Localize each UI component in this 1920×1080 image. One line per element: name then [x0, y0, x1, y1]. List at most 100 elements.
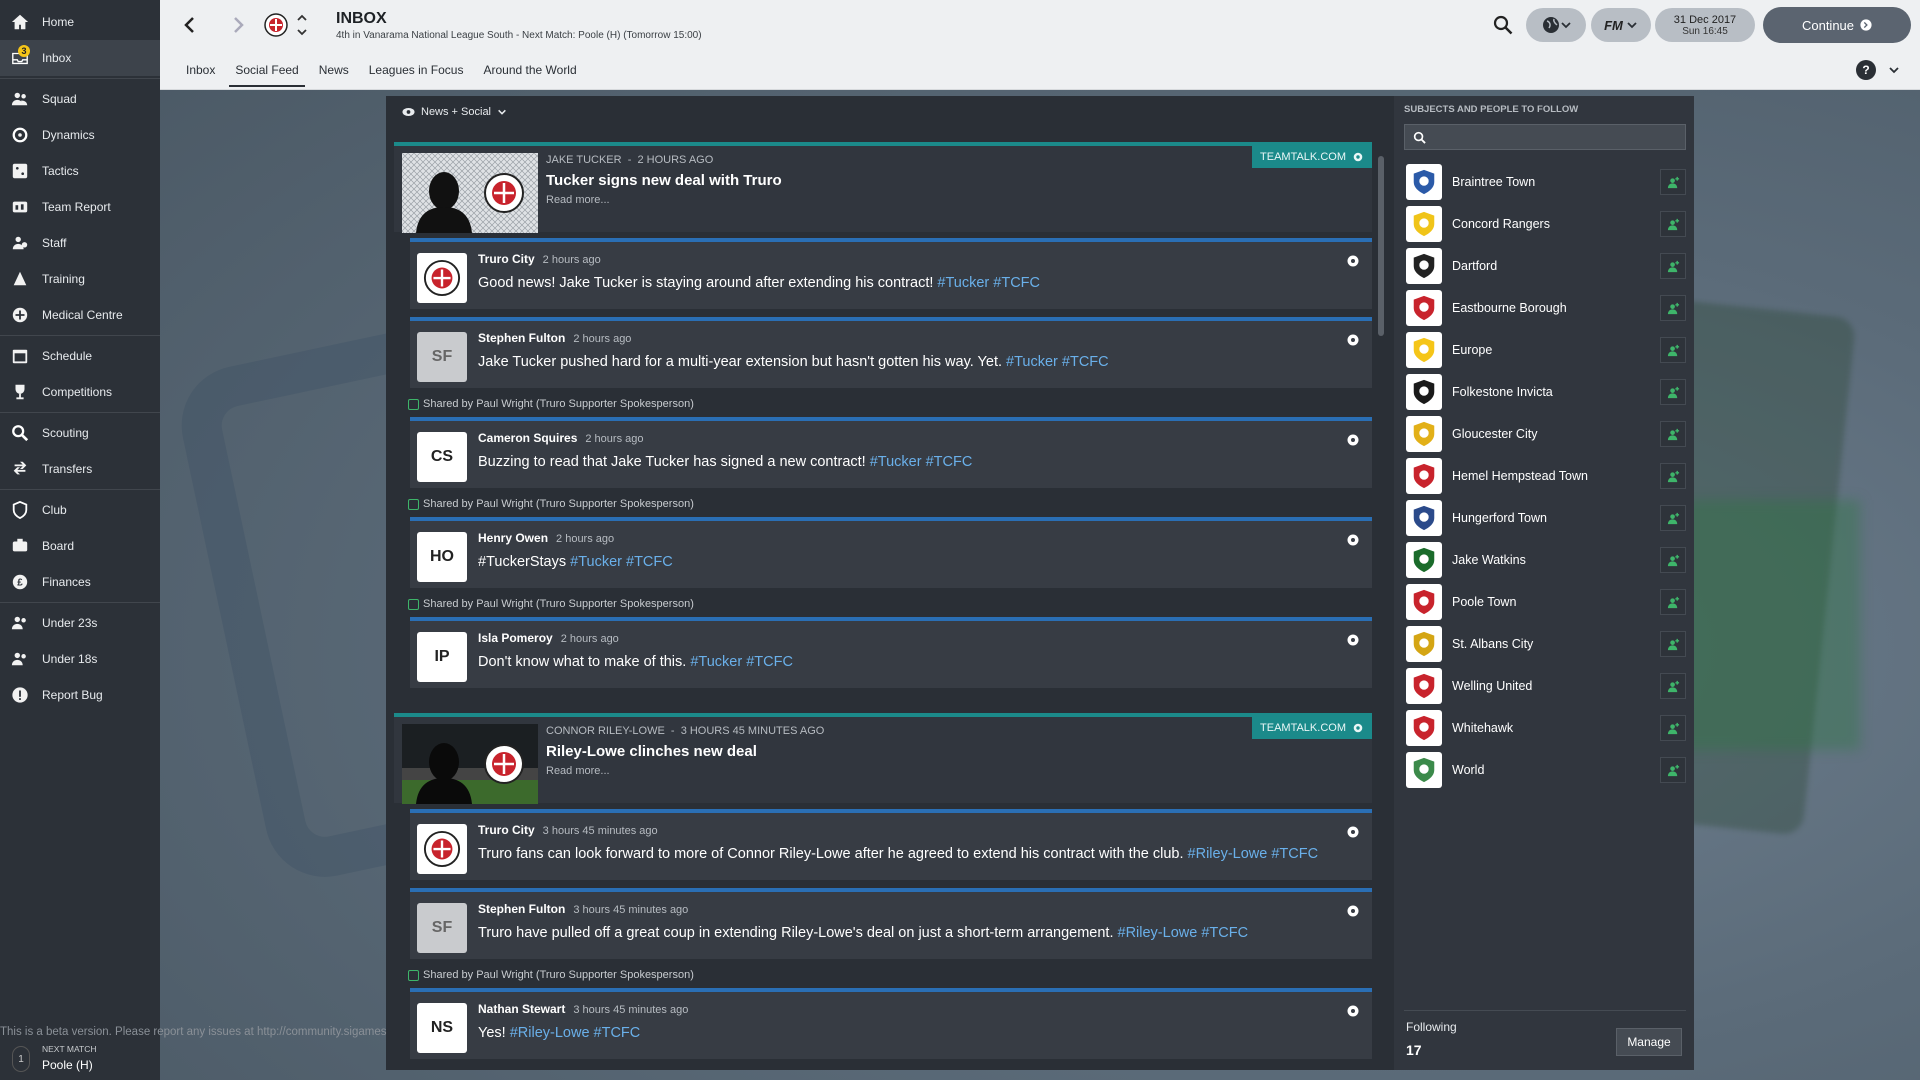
search-icon[interactable] [1492, 14, 1514, 36]
continue-button[interactable]: Continue [1763, 7, 1911, 43]
follow-item[interactable]: Eastbourne Borough [1406, 288, 1686, 328]
sidebar-item-transfers[interactable]: Transfers [0, 451, 160, 487]
follow-button[interactable] [1660, 757, 1686, 783]
follow-item[interactable]: Poole Town [1406, 582, 1686, 622]
follow-item[interactable]: World [1406, 750, 1686, 790]
post-hashtags[interactable]: #Riley-Lowe #TCFC [1118, 925, 1249, 941]
follow-item[interactable]: Concord Rangers [1406, 204, 1686, 244]
follow-item[interactable]: Welling United [1406, 666, 1686, 706]
social-post[interactable]: CS Cameron Squires 2 hours ago Buzzing to… [410, 417, 1372, 488]
chevron-updown-icon[interactable] [296, 12, 308, 38]
follow-button[interactable] [1660, 715, 1686, 741]
post-hashtags[interactable]: #Tucker #TCFC [690, 654, 793, 670]
follow-button[interactable] [1660, 295, 1686, 321]
sidebar-item-home[interactable]: Home [0, 4, 160, 40]
sidebar-item-dynamics[interactable]: Dynamics [0, 117, 160, 153]
follow-button[interactable] [1660, 337, 1686, 363]
gear-icon[interactable] [1346, 1004, 1360, 1018]
sidebar-item-club[interactable]: Club [0, 492, 160, 528]
article-source-badge[interactable]: TEAMTALK.COM [1252, 717, 1372, 739]
follow-button[interactable] [1660, 673, 1686, 699]
follow-button[interactable] [1660, 421, 1686, 447]
follow-button[interactable] [1660, 169, 1686, 195]
follow-button[interactable] [1660, 211, 1686, 237]
sidebar-item-schedule[interactable]: Schedule [0, 338, 160, 374]
follow-item[interactable]: Braintree Town [1406, 162, 1686, 202]
sidebar-item-competitions[interactable]: Competitions [0, 374, 160, 410]
gear-icon[interactable] [1346, 433, 1360, 447]
social-post[interactable]: HO Henry Owen 2 hours ago #TuckerStays #T… [410, 517, 1372, 588]
manage-button[interactable]: Manage [1616, 1028, 1682, 1056]
social-post[interactable]: NS Nathan Stewart 3 hours 45 minutes ago … [410, 988, 1372, 1059]
sidebar-item-inbox[interactable]: 3 Inbox [0, 40, 160, 76]
follow-button[interactable] [1660, 463, 1686, 489]
tab-news[interactable]: News [309, 50, 359, 90]
sidebar-item-staff[interactable]: Staff [0, 225, 160, 261]
read-more-link[interactable]: Read more... [546, 194, 610, 206]
sidebar-item-team-report[interactable]: Team Report [0, 189, 160, 225]
sidebar-item-tactics[interactable]: Tactics [0, 153, 160, 189]
follow-button[interactable] [1660, 379, 1686, 405]
follow-item[interactable]: Hemel Hempstead Town [1406, 456, 1686, 496]
gear-icon[interactable] [1346, 333, 1360, 347]
tab-around-the-world[interactable]: Around the World [473, 50, 586, 90]
sidebar-item-training[interactable]: Training [0, 261, 160, 297]
chevron-down-icon[interactable] [1888, 64, 1900, 76]
post-hashtags[interactable]: #Tucker #TCFC [570, 554, 673, 570]
post-hashtags[interactable]: #Riley-Lowe #TCFC [1188, 846, 1319, 862]
date-display[interactable]: 31 Dec 2017 Sun 16:45 [1655, 8, 1755, 42]
follow-item[interactable]: Jake Watkins [1406, 540, 1686, 580]
follow-button[interactable] [1660, 631, 1686, 657]
next-match-widget[interactable]: 1 NEXT MATCH Poole (H) [0, 1042, 160, 1080]
sidebar-item-medical-centre[interactable]: Medical Centre [0, 297, 160, 333]
post-hashtags[interactable]: #Tucker #TCFC [937, 275, 1040, 291]
fm-menu-button[interactable]: FM [1591, 8, 1651, 42]
follow-item[interactable]: Whitehawk [1406, 708, 1686, 748]
gear-icon[interactable] [1346, 825, 1360, 839]
sidebar-item-board[interactable]: Board [0, 528, 160, 564]
news-article[interactable]: CONNOR RILEY-LOWE - 3 HOURS 45 MINUTES A… [394, 713, 1372, 804]
post-hashtags[interactable]: #Riley-Lowe #TCFC [510, 1025, 641, 1041]
sidebar-item-under-23s[interactable]: Under 23s [0, 605, 160, 641]
follow-item[interactable]: Europe [1406, 330, 1686, 370]
follow-item[interactable]: Gloucester City [1406, 414, 1686, 454]
forward-arrow-icon[interactable] [228, 15, 248, 35]
social-post[interactable]: SF Stephen Fulton 3 hours 45 minutes ago … [410, 888, 1372, 959]
social-post[interactable]: IP Isla Pomeroy 2 hours ago Don't know wh… [410, 617, 1372, 688]
gear-icon[interactable] [1346, 254, 1360, 268]
news-article[interactable]: JAKE TUCKER - 2 HOURS AGO Tucker signs n… [394, 142, 1372, 233]
feed-scrollbar[interactable] [1378, 156, 1384, 336]
follow-button[interactable] [1660, 547, 1686, 573]
sidebar-item-scouting[interactable]: Scouting [0, 415, 160, 451]
feed-filter-dropdown[interactable]: News + Social [402, 106, 507, 118]
article-source-badge[interactable]: TEAMTALK.COM [1252, 146, 1372, 168]
read-more-link[interactable]: Read more... [546, 765, 610, 777]
tab-social-feed[interactable]: Social Feed [225, 50, 308, 90]
follow-button[interactable] [1660, 589, 1686, 615]
article-headline[interactable]: Riley-Lowe clinches new deal [546, 743, 757, 760]
tab-leagues-in-focus[interactable]: Leagues in Focus [359, 50, 474, 90]
sidebar-item-under-18s[interactable]: Under 18s [0, 641, 160, 677]
tab-inbox[interactable]: Inbox [176, 50, 225, 90]
follow-item[interactable]: Hungerford Town [1406, 498, 1686, 538]
back-arrow-icon[interactable] [180, 15, 200, 35]
gear-icon[interactable] [1346, 904, 1360, 918]
help-button[interactable]: ? [1856, 60, 1876, 80]
sidebar-item-squad[interactable]: Squad [0, 81, 160, 117]
follow-button[interactable] [1660, 253, 1686, 279]
social-post[interactable]: Truro City 2 hours ago Good news! Jake Tu… [410, 238, 1372, 309]
club-crest-icon[interactable] [264, 13, 288, 37]
gear-icon[interactable] [1346, 633, 1360, 647]
follow-item[interactable]: Dartford [1406, 246, 1686, 286]
social-post[interactable]: SF Stephen Fulton 2 hours ago Jake Tucker… [410, 317, 1372, 388]
sidebar-item-finances[interactable]: £ Finances [0, 564, 160, 600]
follow-item[interactable]: St. Albans City [1406, 624, 1686, 664]
follow-search-input[interactable] [1404, 124, 1686, 150]
sidebar-item-report-bug[interactable]: Report Bug [0, 677, 160, 713]
post-hashtags[interactable]: #Tucker #TCFC [870, 454, 973, 470]
follow-item[interactable]: Folkestone Invicta [1406, 372, 1686, 412]
social-post[interactable]: Truro City 3 hours 45 minutes ago Truro f… [410, 809, 1372, 880]
follow-button[interactable] [1660, 505, 1686, 531]
post-hashtags[interactable]: #Tucker #TCFC [1006, 354, 1109, 370]
world-menu-button[interactable] [1526, 8, 1586, 42]
